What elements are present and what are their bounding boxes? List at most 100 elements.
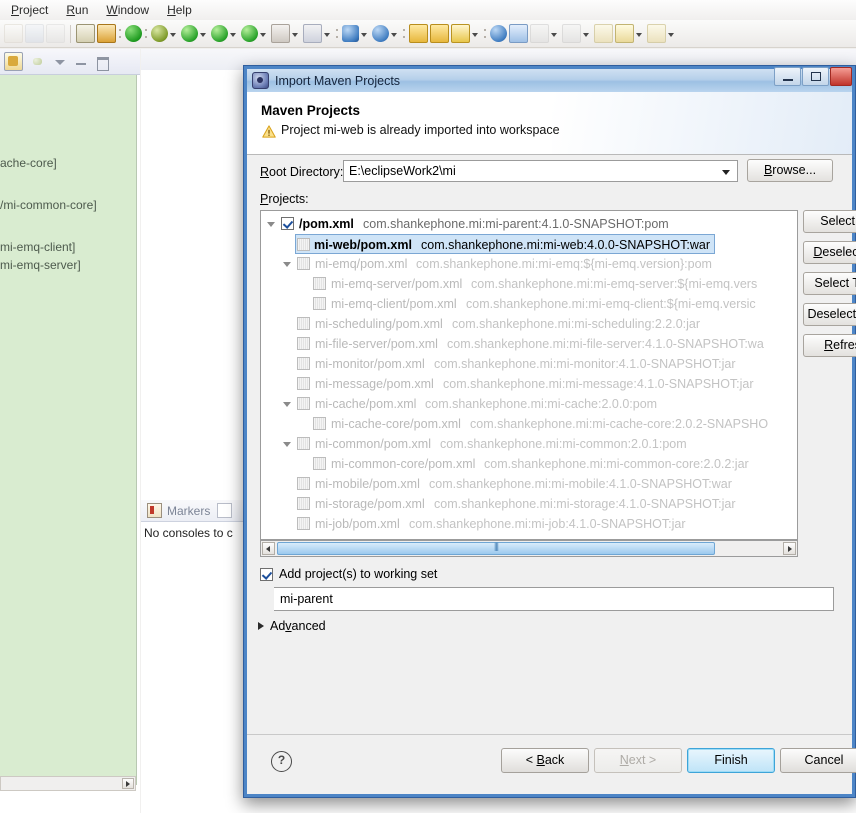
package-explorer-tree[interactable]: ache-core] /mi-common-core] mi-emq-clien… (0, 75, 137, 785)
working-set-combo[interactable]: mi-parent (274, 587, 834, 611)
tree-row[interactable]: mi-common/pom.xml com.shankephone.mi:mi-c… (261, 434, 797, 454)
search-icon[interactable] (372, 25, 389, 42)
tree-row[interactable]: mi-mobile/pom.xml com.shankephone.mi:mi-m… (261, 474, 797, 494)
list-item[interactable]: mi-emq-server] (0, 257, 136, 273)
package-explorer-tab-icon[interactable] (4, 52, 23, 71)
working-set-checkbox-row[interactable]: Add project(s) to working set (260, 565, 437, 583)
menu-item-window[interactable]: Window (97, 2, 158, 18)
forward-dropdown-icon[interactable] (635, 26, 644, 42)
list-item[interactable]: ache-core] (0, 155, 136, 171)
tree-expand-arrow-icon[interactable] (283, 262, 291, 267)
select-all-button[interactable]: Select All (803, 210, 856, 233)
browse-button[interactable]: Browse... (747, 159, 833, 182)
tree-row-checkbox[interactable] (297, 497, 310, 510)
tab-markers[interactable]: Markers (167, 504, 210, 518)
tree-row-checkbox[interactable] (297, 517, 310, 530)
tree-row[interactable]: mi-scheduling/pom.xml com.shankephone.mi:… (261, 314, 797, 334)
next-annotation-icon[interactable] (562, 24, 581, 43)
refresh-button[interactable]: Refresh (803, 334, 856, 357)
tree-expand-arrow-icon[interactable] (283, 402, 291, 407)
open-perspective-icon[interactable] (303, 24, 322, 43)
close-icon[interactable] (830, 67, 852, 86)
tree-row-checkbox[interactable] (313, 417, 326, 430)
run-coverage-icon[interactable] (241, 25, 258, 42)
scroll-thumb[interactable] (277, 542, 715, 555)
scroll-left-arrow-icon[interactable] (262, 542, 275, 555)
back-history-icon[interactable] (594, 24, 613, 43)
tree-row[interactable]: /pom.xml com.shankephone.mi:mi-parent:4.1… (261, 214, 797, 234)
tree-row-checkbox[interactable] (297, 357, 310, 370)
tree-expand-arrow-icon[interactable] (267, 222, 275, 227)
perspective-dropdown-icon[interactable] (323, 26, 332, 42)
next-annotation-dropdown-icon[interactable] (582, 26, 591, 42)
forward-history-icon[interactable] (615, 24, 634, 43)
tree-row-checkbox[interactable] (297, 377, 310, 390)
external-tools-icon[interactable] (271, 24, 290, 43)
menu-item-run[interactable]: Run (57, 2, 97, 18)
tree-row[interactable]: mi-emq/pom.xml com.shankephone.mi:mi-emq:… (261, 254, 797, 274)
minimize-icon[interactable] (774, 67, 801, 86)
search-dropdown-icon[interactable] (390, 26, 399, 42)
debug-dropdown-icon[interactable] (169, 26, 178, 42)
tree-row-checkbox[interactable] (297, 477, 310, 490)
print-icon[interactable] (46, 24, 65, 43)
previous-annotation-icon[interactable] (530, 24, 549, 43)
tree-row-checkbox[interactable] (281, 217, 294, 230)
scroll-right-arrow-icon[interactable] (783, 542, 796, 555)
coverage-dropdown-icon[interactable] (259, 26, 268, 42)
tree-row[interactable]: mi-cache-core/pom.xml com.shankephone.mi:… (261, 414, 797, 434)
tree-row-checkbox[interactable] (297, 317, 310, 330)
tree-row[interactable]: mi-message/pom.xml com.shankephone.mi:mi-… (261, 374, 797, 394)
working-set-checkbox[interactable] (260, 567, 273, 581)
console-tab-icon[interactable] (217, 503, 233, 518)
scroll-right-arrow-icon[interactable] (122, 778, 134, 789)
tree-row[interactable]: mi-web/pom.xml com.shankephone.mi:mi-web:… (295, 234, 715, 254)
external-tools-dropdown-icon[interactable] (291, 26, 300, 42)
save-icon[interactable] (25, 24, 44, 43)
menu-item-help[interactable]: Help (158, 2, 201, 18)
list-item[interactable]: mi-emq-client] (0, 239, 136, 255)
menu-item-project[interactable]: Project (2, 2, 57, 18)
view-menu-icon[interactable] (53, 55, 67, 69)
previous-annotation-dropdown-icon[interactable] (550, 26, 559, 42)
open-type-icon[interactable] (409, 24, 428, 43)
list-item[interactable]: /mi-common-core] (0, 197, 136, 213)
projects-tree[interactable]: /pom.xml com.shankephone.mi:mi-parent:4.1… (260, 210, 798, 540)
tree-row[interactable]: mi-common-core/pom.xml com.shankephone.mi… (261, 454, 797, 474)
open-browser-icon[interactable] (490, 25, 507, 42)
skip-breakpoints-icon[interactable] (97, 24, 116, 43)
maximize-icon[interactable] (802, 67, 829, 86)
quick-fix-icon[interactable] (451, 24, 470, 43)
cancel-button[interactable]: Cancel (780, 748, 856, 773)
quick-fix-dropdown-icon[interactable] (471, 26, 480, 42)
advanced-section-toggle[interactable]: Advanced (258, 619, 326, 633)
tree-row[interactable]: mi-emq-client/pom.xml com.shankephone.mi:… (261, 294, 797, 314)
deselect-all-button[interactable]: Deselect All (803, 241, 856, 264)
deselect-tree-button[interactable]: Deselect Tree (803, 303, 856, 326)
last-edit-location-icon[interactable] (647, 24, 666, 43)
open-resource-icon[interactable] (430, 24, 449, 43)
tree-row[interactable]: mi-cache/pom.xml com.shankephone.mi:mi-ca… (261, 394, 797, 414)
last-edit-dropdown-icon[interactable] (667, 26, 676, 42)
run-as-server-icon[interactable] (211, 25, 228, 42)
back-button[interactable]: < Back (501, 748, 589, 773)
tree-expand-arrow-icon[interactable] (283, 442, 291, 447)
chevron-down-icon[interactable] (722, 170, 730, 175)
run-dropdown-icon[interactable] (199, 26, 208, 42)
tree-row-checkbox[interactable] (313, 277, 326, 290)
tree-row-checkbox[interactable] (297, 337, 310, 350)
refresh-icon[interactable] (509, 24, 528, 43)
tree-row[interactable]: mi-storage/pom.xml com.shankephone.mi:mi-… (261, 494, 797, 514)
select-tree-button[interactable]: Select Tree (803, 272, 856, 295)
tree-row-checkbox[interactable] (297, 397, 310, 410)
minimize-view-icon[interactable] (74, 55, 88, 69)
new-wizard-icon[interactable] (4, 24, 23, 43)
run-icon[interactable] (181, 25, 198, 42)
link-with-editor-icon[interactable] (31, 54, 46, 69)
new-java-class-icon[interactable] (342, 25, 359, 42)
debug-icon[interactable] (151, 25, 168, 42)
build-all-icon[interactable] (76, 24, 95, 43)
terminate-icon[interactable] (125, 25, 142, 42)
tree-row[interactable]: mi-monitor/pom.xml com.shankephone.mi:mi-… (261, 354, 797, 374)
tree-row-checkbox[interactable] (297, 238, 310, 251)
